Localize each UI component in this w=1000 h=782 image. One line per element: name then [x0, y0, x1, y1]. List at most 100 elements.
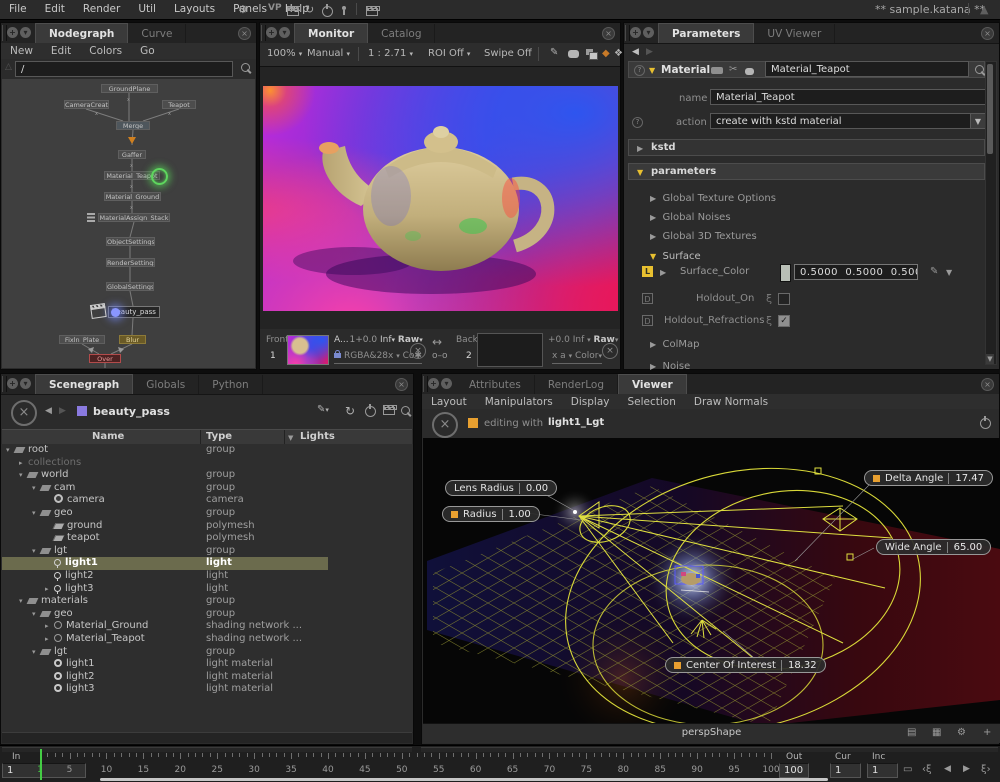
node-Blur[interactable]: Blur: [119, 335, 146, 344]
clear-edit-icon[interactable]: ×: [432, 412, 458, 438]
kstd-section[interactable]: ▶ kstd: [628, 139, 985, 156]
forward-arrow-icon[interactable]: ▶: [59, 406, 66, 416]
scrollbar-thumb[interactable]: [987, 64, 993, 154]
search-icon[interactable]: [241, 63, 250, 75]
pencil-icon[interactable]: ✎: [930, 266, 938, 277]
row-name[interactable]: Material_Ground: [66, 620, 148, 631]
scenegraph-column-header[interactable]: Name Type ▼ Lights: [2, 429, 412, 445]
expander-icon[interactable]: ▸: [45, 620, 54, 633]
scenegraph-row-geo[interactable]: ▾geogroup: [2, 608, 412, 621]
scroll-trough-right[interactable]: [421, 747, 998, 752]
flipbook-icon[interactable]: ▭: [903, 764, 912, 775]
menu-item-file[interactable]: File: [0, 0, 36, 15]
state-pin-icon[interactable]: ξ: [766, 314, 772, 327]
tab-uv-viewer[interactable]: UV Viewer: [754, 24, 835, 43]
tab-attributes[interactable]: Attributes: [456, 375, 535, 394]
panel-menu-icon[interactable]: ▾: [441, 378, 452, 389]
expand-caret-icon[interactable]: ▼: [649, 66, 655, 75]
group-global-3d-textures[interactable]: ▶ Global 3D Textures: [650, 231, 757, 242]
power-icon[interactable]: [322, 6, 333, 20]
column-divider[interactable]: [284, 430, 285, 444]
color-values-field[interactable]: 0.5000 0.5000 0.5000: [794, 264, 918, 280]
state-pin-icon[interactable]: ξ: [766, 292, 772, 305]
row-name[interactable]: light3: [66, 683, 95, 694]
scenegraph-row-light1[interactable]: light1light material: [2, 658, 412, 671]
scroll-trough-left[interactable]: [2, 747, 412, 752]
default-badge[interactable]: D: [642, 293, 653, 304]
expander-icon[interactable]: ▸: [19, 457, 28, 470]
tab-nodegraph[interactable]: Nodegraph: [35, 23, 128, 43]
panel-menu-icon[interactable]: ▾: [643, 27, 654, 38]
scenegraph-row-materials[interactable]: ▾materialsgroup: [2, 595, 412, 608]
front-clear-icon[interactable]: ×: [410, 343, 426, 359]
scenegraph-row-light2[interactable]: light2light: [2, 570, 412, 583]
back-channels[interactable]: x a ▾ Color▾: [552, 351, 602, 364]
scroll-down-icon[interactable]: ▼: [986, 354, 994, 364]
tab-parameters[interactable]: Parameters: [658, 23, 754, 43]
panel-split-icon[interactable]: +: [428, 378, 439, 389]
vp-toggle[interactable]: VP: [268, 3, 282, 13]
pen-icon[interactable]: ✎▾: [317, 404, 329, 415]
viewport-3d[interactable]: Lens Radius0.00 Radius1.00 Delta Angle17…: [423, 438, 1000, 726]
tab-catalog[interactable]: Catalog: [368, 24, 435, 43]
scenegraph-row-ground[interactable]: groundpolymesh: [2, 520, 412, 533]
help-icon[interactable]: ?: [632, 117, 643, 128]
comment-bubble-icon[interactable]: [745, 67, 754, 78]
node-Merge[interactable]: Merge: [116, 121, 150, 130]
panel-menu-icon[interactable]: ▾: [279, 27, 290, 38]
update-mode-select[interactable]: Manual ▾: [307, 48, 350, 59]
column-divider[interactable]: [200, 430, 201, 444]
wide-angle-pill[interactable]: Wide Angle65.00: [876, 539, 991, 555]
panel-split-icon[interactable]: +: [7, 378, 18, 389]
panel-split-icon[interactable]: +: [630, 27, 641, 38]
row-name[interactable]: world: [41, 469, 69, 480]
menu-item-display[interactable]: Display: [562, 394, 619, 408]
row-name[interactable]: light1: [65, 557, 98, 568]
node-Gaffer[interactable]: Gaffer: [118, 150, 146, 159]
scenegraph-row-light2[interactable]: light2light material: [2, 671, 412, 684]
row-name[interactable]: light2: [66, 671, 95, 682]
row-name[interactable]: light3: [65, 583, 94, 594]
row-name[interactable]: camera: [67, 494, 105, 505]
holdout-refractions-checkbox[interactable]: ✓: [778, 315, 790, 327]
dropdown-caret-icon[interactable]: ▼: [946, 268, 952, 277]
power-icon[interactable]: [365, 406, 376, 420]
scenegraph-row-root[interactable]: ▾rootgroup: [2, 444, 412, 457]
menu-item-layout[interactable]: Layout: [422, 394, 476, 408]
scenegraph-row-light3[interactable]: ▸light3light: [2, 583, 412, 596]
scenegraph-row-Material_Teapot[interactable]: ▸Material_Teapotshading network ...: [2, 633, 412, 646]
menu-item-colors[interactable]: Colors: [80, 43, 131, 57]
surface-group[interactable]: ▼ Surface: [650, 251, 701, 262]
expanded-caret-icon[interactable]: ▼: [637, 168, 643, 177]
group-global-texture-options[interactable]: ▶ Global Texture Options: [650, 193, 776, 204]
row-name[interactable]: materials: [41, 595, 88, 606]
holdout-on-checkbox[interactable]: [778, 293, 790, 305]
menu-item-render[interactable]: Render: [74, 0, 129, 15]
forward-arrow-icon[interactable]: ▶: [646, 47, 653, 57]
lights-dropdown-icon[interactable]: ▼: [288, 434, 293, 442]
scenegraph-row-world[interactable]: ▾worldgroup: [2, 469, 412, 482]
back-clear-icon[interactable]: ×: [602, 343, 618, 359]
scenegraph-row-cam[interactable]: ▾camgroup: [2, 482, 412, 495]
row-name[interactable]: Material_Teapot: [66, 633, 145, 644]
lens-radius-pill[interactable]: Lens Radius0.00: [445, 480, 557, 496]
scrollbar-track[interactable]: ▼: [985, 61, 997, 365]
view-flag-icon[interactable]: [111, 308, 120, 317]
cur-field[interactable]: 1: [830, 763, 861, 778]
close-icon[interactable]: ×: [981, 27, 994, 40]
front-thumbnail[interactable]: [287, 335, 329, 365]
next-frame-icon[interactable]: ▶: [963, 764, 970, 774]
default-badge[interactable]: D: [642, 315, 653, 326]
node-MaterialAssign_Stack[interactable]: MaterialAssign_Stack: [98, 213, 170, 222]
scenegraph-row-camera[interactable]: cameracamera: [2, 494, 412, 507]
scenegraph-row-lgt[interactable]: ▾lgtgroup: [2, 545, 412, 558]
row-name[interactable]: lgt: [54, 545, 67, 556]
wrench-icon[interactable]: ✂: [729, 64, 737, 75]
node-RenderSettings[interactable]: RenderSettings: [106, 258, 155, 267]
comment-icon[interactable]: [568, 50, 579, 61]
nodegraph-canvas[interactable]: xxx xxx GroundPlaneCameraCreateTeapotMer…: [2, 79, 255, 368]
column-type[interactable]: Type: [206, 431, 232, 442]
prev-key-icon[interactable]: ‹ξ: [922, 764, 932, 775]
node-name-header-field[interactable]: Material_Teapot: [765, 61, 969, 77]
menu-item-new[interactable]: New: [1, 43, 42, 57]
